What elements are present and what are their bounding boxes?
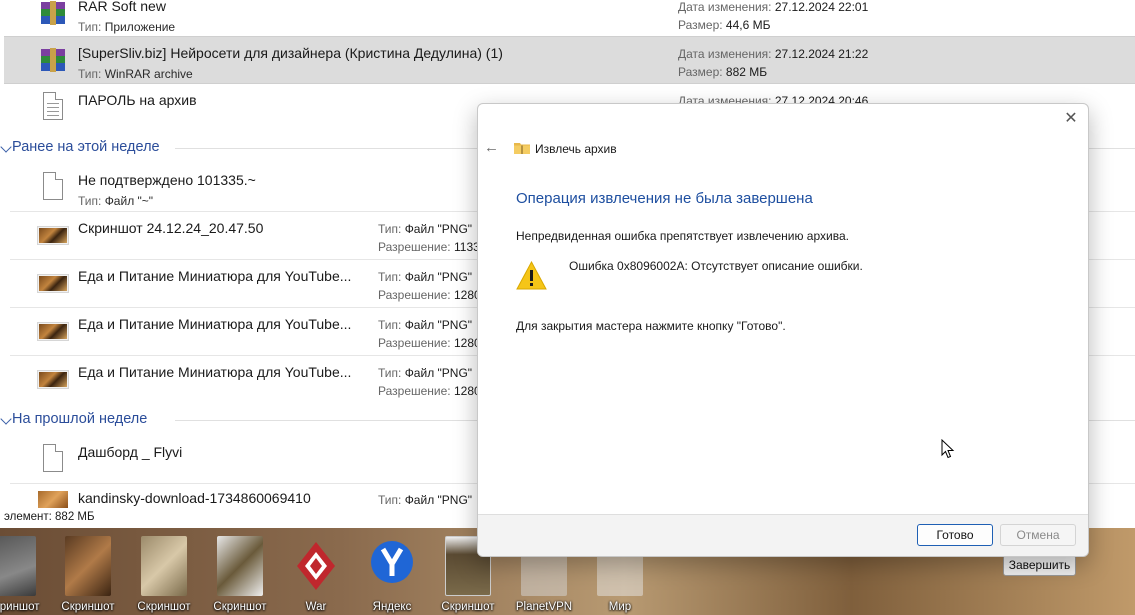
desktop-icon-label: Мир (608, 601, 632, 613)
desktop-icon-label: Скриншот (137, 601, 191, 613)
close-icon[interactable]: ✕ (1062, 110, 1080, 128)
dialog-heading: Операция извлечения не была завершена (516, 190, 813, 207)
war-thunder-icon (297, 542, 335, 590)
file-size: Размер: 882 МБ (678, 65, 768, 79)
desktop-icon-label: Скриншот (441, 601, 495, 613)
file-date: Дата изменения: 27.12.2024 22:01 (678, 0, 869, 14)
dialog-description: Непредвиденная ошибка препятствует извле… (516, 229, 849, 243)
file-type: Тип: WinRAR archive (78, 67, 193, 81)
file-type: Тип: Файл "PNG" (378, 493, 473, 507)
desktop-icon-label: Скриншот (61, 601, 115, 613)
file-size: Размер: 44,6 МБ (678, 18, 771, 32)
file-name: Еда и Питание Миниатюра для YouTube... (78, 364, 352, 380)
chevron-down-icon (0, 413, 12, 425)
desktop-icon-label: Скриншот (213, 601, 267, 613)
done-button[interactable]: Готово (917, 524, 993, 546)
file-row-supersliv-archive[interactable]: [SuperSliv.biz] Нейросети для дизайнера … (4, 36, 1135, 84)
blank-document-icon (37, 443, 69, 475)
file-name: Скриншот 24.12.24_20.47.50 (78, 220, 264, 236)
group-title: На прошлой неделе (12, 411, 148, 427)
text-document-icon (37, 91, 69, 123)
file-resolution: Разрешение: 1133 (378, 240, 480, 254)
blank-document-icon (37, 171, 69, 203)
file-name: Не подтверждено 101335.~ (78, 172, 256, 188)
image-thumbnail-icon (65, 536, 111, 596)
file-resolution: Разрешение: 1280 (378, 288, 481, 302)
desktop-icon-screenshot-1[interactable]: Скриншот (0, 534, 48, 615)
desktop-icon-label: War (305, 601, 327, 613)
desktop-icon-label: Скриншот (0, 601, 40, 613)
file-name: Еда и Питание Миниатюра для YouTube... (78, 268, 352, 284)
image-thumbnail-icon (37, 219, 69, 251)
file-name: kandinsky-download-1734860069410 (78, 490, 311, 506)
file-name: Еда и Питание Миниатюра для YouTube... (78, 316, 352, 332)
file-date: Дата изменения: 27.12.2024 21:22 (678, 47, 869, 61)
image-thumbnail-icon (37, 267, 69, 299)
file-type: Тип: Приложение (78, 20, 176, 34)
image-thumbnail-icon (141, 536, 187, 596)
cancel-button[interactable]: Отмена (1000, 524, 1076, 546)
finish-button[interactable]: Завершить (1003, 555, 1076, 576)
image-thumbnail-icon (37, 315, 69, 347)
desktop-icon-yandex[interactable]: Яндекс (357, 534, 427, 615)
file-resolution: Разрешение: 1280 (378, 336, 481, 350)
mouse-cursor-icon (941, 439, 955, 459)
desktop-icon-screenshot-3[interactable]: Скриншот (129, 534, 199, 615)
yandex-browser-icon (371, 541, 413, 583)
file-row-rar-soft[interactable]: RAR Soft new Тип: Приложение Дата измене… (4, 0, 1135, 38)
file-type: Тип: Файл "PNG" (378, 366, 473, 380)
desktop-icon-label: PlanetVPN (515, 601, 573, 613)
file-resolution: Разрешение: 1280 (378, 384, 481, 398)
file-name: RAR Soft new (78, 0, 166, 14)
chevron-down-icon (0, 141, 12, 153)
winrar-archive-icon (37, 44, 69, 76)
zip-folder-icon (514, 143, 530, 154)
file-name: Дашборд _ Flyvi (78, 444, 183, 460)
group-title: Ранее на этой неделе (12, 139, 160, 155)
close-hint-text: Для закрытия мастера нажмите кнопку "Гот… (516, 319, 786, 333)
desktop-icon-label: Яндекс (372, 601, 412, 613)
file-name: ПАРОЛЬ на архив (78, 92, 197, 108)
desktop-icon-screenshot-2[interactable]: Скриншот (53, 534, 123, 615)
file-type: Тип: Файл "PNG" (378, 270, 473, 284)
error-message: Ошибка 0x8096002A: Отсутствует описание … (569, 259, 863, 273)
extract-archive-dialog: ✕ ← Извлечь архив Операция извлечения не… (477, 103, 1089, 557)
dialog-title: Извлечь архив (535, 142, 617, 156)
warning-icon (516, 261, 547, 290)
dialog-footer: Готово Отмена (478, 514, 1088, 556)
desktop-icon-screenshot-4[interactable]: Скриншот (205, 534, 275, 615)
file-type: Тип: Файл "~" (78, 194, 154, 208)
file-type: Тип: Файл "PNG" (378, 318, 473, 332)
image-thumbnail-icon (217, 536, 263, 596)
file-name: [SuperSliv.biz] Нейросети для дизайнера … (78, 45, 503, 61)
file-type: Тип: Файл "PNG" (378, 222, 473, 236)
image-thumbnail-icon (37, 363, 69, 395)
desktop-icon-war-thunder[interactable]: War (281, 534, 351, 615)
image-thumbnail-icon (0, 536, 36, 596)
back-arrow-icon[interactable]: ← (484, 140, 500, 156)
winrar-app-icon (37, 0, 69, 29)
